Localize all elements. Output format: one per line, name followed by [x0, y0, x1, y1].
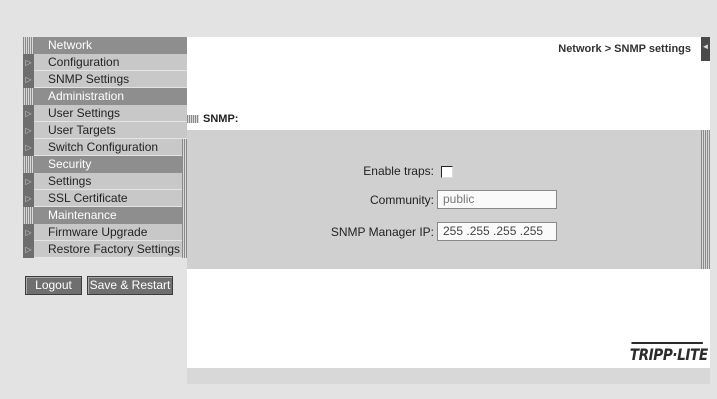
sidebar-section-administration: Administration: [23, 88, 187, 105]
enable-traps-checkbox[interactable]: [441, 166, 453, 178]
sidebar-item-label: Firmware Upgrade: [48, 225, 148, 239]
main-content: Network > SNMP settings ◄ SNMP: Enable t…: [187, 37, 710, 269]
sidebar-section-label: Administration: [48, 89, 125, 103]
sidebar-section-security: Security: [23, 156, 187, 173]
sidebar-item-ssl-certificate[interactable]: ▷ SSL Certificate: [23, 190, 187, 207]
section-title-text: SNMP:: [203, 113, 239, 125]
sidebar-item-label: Restore Factory Settings: [48, 242, 181, 256]
sidebar-menu: Network ▷ Configuration ▷ SNMP Settings …: [23, 37, 187, 258]
sidebar-section-label: Security: [48, 157, 92, 171]
sidebar-item-firmware-upgrade[interactable]: ▷ Firmware Upgrade: [23, 224, 187, 241]
triangle-right-icon: ▷: [23, 54, 34, 71]
triangle-right-icon: ▷: [23, 71, 34, 88]
tripp-lite-logo: TRIPP·LITE: [630, 342, 708, 364]
sidebar-item-switch-configuration[interactable]: ▷ Switch Configuration: [23, 139, 187, 156]
sidebar-item-label: User Targets: [48, 123, 116, 137]
sidebar-section-label: Network: [48, 38, 93, 52]
section-bullet-icon: [187, 115, 199, 124]
footer-area: TRIPP·LITE: [187, 269, 710, 368]
triangle-right-icon: ▷: [23, 190, 34, 207]
snmp-section-title: SNMP:: [187, 113, 238, 125]
footer-bar: [187, 368, 710, 384]
sidebar-item-configuration[interactable]: ▷ Configuration: [23, 54, 187, 71]
save-restart-button[interactable]: Save & Restart: [87, 276, 173, 295]
sidebar-item-restore-factory-settings[interactable]: ▷ Restore Factory Settings: [23, 241, 187, 258]
community-input[interactable]: public: [437, 190, 557, 209]
triangle-right-icon: ▷: [23, 241, 34, 258]
sidebar-item-label: Configuration: [48, 55, 120, 69]
enable-traps-label: Enable traps:: [363, 164, 434, 178]
sidebar-section-label: Maintenance: [48, 208, 117, 222]
sidebar-section-network: Network: [23, 37, 187, 54]
triangle-right-icon: ▷: [23, 105, 34, 122]
sidebar-item-user-settings[interactable]: ▷ User Settings: [23, 105, 187, 122]
sidebar-item-security-settings[interactable]: ▷ Settings: [23, 173, 187, 190]
breadcrumb: Network > SNMP settings: [558, 43, 691, 55]
sidebar-item-label: SNMP Settings: [48, 72, 130, 86]
sidebar-item-snmp-settings[interactable]: ▷ SNMP Settings: [23, 71, 187, 88]
snmp-manager-ip-input[interactable]: 255 .255 .255 .255: [437, 222, 557, 241]
triangle-right-icon: ▷: [23, 173, 34, 190]
triangle-right-icon: ▷: [23, 224, 34, 241]
sidebar-section-maintenance: Maintenance: [23, 207, 187, 224]
collapse-tab-icon[interactable]: ◄: [701, 37, 710, 61]
snmp-settings-panel: Enable traps: Community: public SNMP Man…: [187, 130, 710, 269]
triangle-right-icon: ▷: [23, 122, 34, 139]
snmp-manager-ip-label: SNMP Manager IP:: [330, 225, 434, 239]
sidebar-item-label: Switch Configuration: [48, 140, 159, 154]
sidebar-item-label: Settings: [48, 174, 92, 188]
panel-stripe: [701, 130, 710, 269]
logout-button[interactable]: Logout: [25, 276, 82, 295]
triangle-right-icon: ▷: [23, 139, 34, 156]
action-buttons: Logout Save & Restart: [25, 276, 173, 296]
sidebar-item-label: SSL Certificate: [48, 191, 128, 205]
sidebar-item-user-targets[interactable]: ▷ User Targets: [23, 122, 187, 139]
sidebar-item-label: User Settings: [48, 106, 121, 120]
sidebar-stripe: [23, 37, 34, 54]
community-label: Community:: [369, 193, 434, 207]
